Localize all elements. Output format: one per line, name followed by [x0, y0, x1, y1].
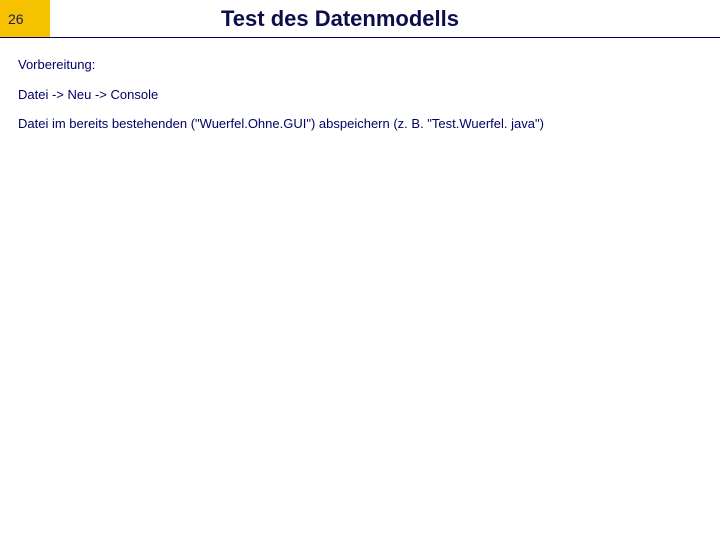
title-area: Test des Datenmodells	[50, 0, 720, 37]
slide-header: 26 Test des Datenmodells	[0, 0, 720, 38]
slide-body: Vorbereitung: Datei -> Neu -> Console Da…	[0, 38, 720, 133]
page-title: Test des Datenmodells	[221, 6, 459, 32]
page-number: 26	[8, 11, 24, 27]
menu-path-text: Datei -> Neu -> Console	[18, 86, 702, 104]
preparation-label: Vorbereitung:	[18, 56, 702, 74]
page-number-box: 26	[0, 0, 50, 37]
save-instruction-text: Datei im bereits bestehenden ("Wuerfel.O…	[18, 115, 702, 133]
